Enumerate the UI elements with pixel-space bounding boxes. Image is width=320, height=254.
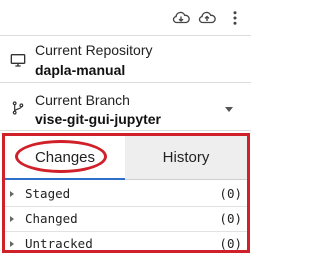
- changes-panel: Changes History Staged (0) Changed (0) U…: [2, 133, 250, 253]
- current-repository: Current Repository dapla-manual: [0, 36, 251, 83]
- repository-name: dapla-manual: [35, 62, 126, 78]
- section-label: Changed: [25, 211, 78, 226]
- branch-caption: Current Branch: [35, 92, 130, 108]
- chevron-down-icon[interactable]: [225, 107, 233, 112]
- repository-caption: Current Repository: [35, 42, 153, 58]
- section-count: (0): [219, 186, 242, 201]
- monitor-icon: [9, 51, 27, 69]
- tab-history[interactable]: History: [125, 136, 247, 180]
- section-label: Untracked: [25, 236, 93, 251]
- branch-name: vise-git-gui-jupyter: [35, 111, 162, 127]
- tab-history-label: History: [162, 149, 210, 166]
- file-sections: Staged (0) Changed (0) Untracked (0): [5, 182, 247, 254]
- highlight-ellipse: [15, 140, 107, 173]
- chevron-right-icon[interactable]: [10, 241, 14, 247]
- git-toolbar: [0, 0, 251, 36]
- chevron-right-icon[interactable]: [10, 191, 14, 197]
- section-changed[interactable]: Changed (0): [5, 207, 247, 232]
- section-label: Staged: [25, 186, 71, 201]
- section-count: (0): [219, 236, 242, 251]
- current-branch-selector[interactable]: Current Branch vise-git-gui-jupyter: [0, 83, 251, 131]
- chevron-right-icon[interactable]: [10, 216, 14, 222]
- tab-changes[interactable]: Changes: [5, 136, 125, 180]
- git-branch-icon: [9, 99, 27, 117]
- more-vertical-icon[interactable]: [226, 9, 244, 27]
- section-staged[interactable]: Staged (0): [5, 182, 247, 207]
- section-count: (0): [219, 211, 242, 226]
- cloud-upload-icon[interactable]: [198, 9, 216, 27]
- cloud-download-icon[interactable]: [172, 9, 190, 27]
- tab-bar: Changes History: [5, 136, 247, 180]
- section-untracked[interactable]: Untracked (0): [5, 232, 247, 254]
